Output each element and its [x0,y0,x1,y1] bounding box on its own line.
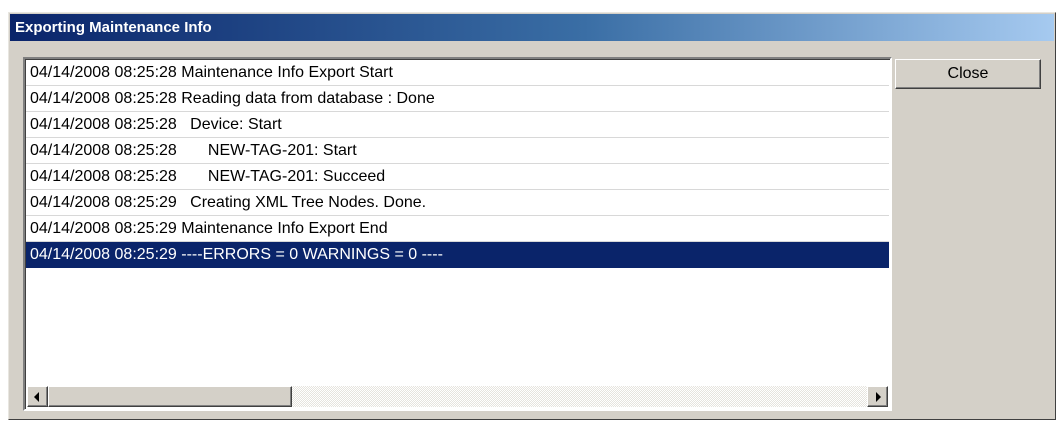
log-rows: 04/14/2008 08:25:28 Maintenance Info Exp… [26,60,889,268]
scroll-right-button[interactable] [867,386,888,407]
log-row[interactable]: 04/14/2008 08:25:28 Device: Start [26,112,889,138]
arrow-left-icon [34,392,39,402]
log-row[interactable]: 04/14/2008 08:25:29 ----ERRORS = 0 WARNI… [26,242,889,268]
log-row[interactable]: 04/14/2008 08:25:28 Reading data from da… [26,86,889,112]
log-listbox[interactable]: 04/14/2008 08:25:28 Maintenance Info Exp… [23,57,892,411]
log-row[interactable]: 04/14/2008 08:25:28 NEW-TAG-201: Start [26,138,889,164]
log-row[interactable]: 04/14/2008 08:25:29 Maintenance Info Exp… [26,216,889,242]
window-title: Exporting Maintenance Info [10,14,1054,41]
log-row[interactable]: 04/14/2008 08:25:28 NEW-TAG-201: Succeed [26,164,889,190]
log-row[interactable]: 04/14/2008 08:25:28 Maintenance Info Exp… [26,60,889,86]
log-row[interactable]: 04/14/2008 08:25:29 Creating XML Tree No… [26,190,889,216]
scroll-left-button[interactable] [27,386,48,407]
scrollbar-thumb[interactable] [48,386,292,407]
horizontal-scrollbar[interactable] [27,386,888,407]
arrow-right-icon [876,392,881,402]
close-button[interactable]: Close [895,59,1041,89]
export-dialog: Exporting Maintenance Info 04/14/2008 08… [8,12,1056,420]
